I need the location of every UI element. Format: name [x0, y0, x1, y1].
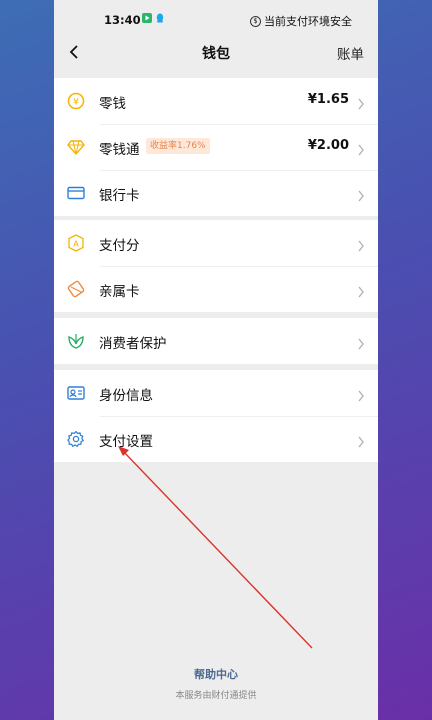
id-card-icon [67, 384, 85, 402]
svg-text:A: A [73, 240, 79, 249]
gear-icon [67, 430, 85, 448]
credit-group: A 支付分 亲属卡 [54, 220, 378, 312]
chevron-right-icon [357, 387, 365, 402]
security-status: $ 当前支付环境安全 [250, 13, 352, 29]
leaf-shield-icon [67, 332, 85, 350]
yield-rate-badge: 收益率1.76% [146, 138, 210, 154]
chevron-right-icon [357, 433, 365, 448]
menu-item-label: 零钱通 [99, 142, 140, 158]
chevron-right-icon [357, 335, 365, 350]
coin-icon: ¥ [67, 92, 85, 110]
help-center-link[interactable]: 帮助中心 [54, 666, 378, 682]
menu-item-lingqiantong[interactable]: 零钱通 收益率1.76% ¥2.00 [54, 124, 378, 170]
menu-item-pay-score[interactable]: A 支付分 [54, 220, 378, 266]
diamond-icon [67, 138, 85, 156]
menu-item-consumer-protection[interactable]: 消费者保护 [54, 318, 378, 364]
menu-item-label: 支付设置 [99, 434, 153, 450]
service-provider-note: 本服务由财付通提供 [175, 691, 257, 701]
status-bar: 13:40 $ 当前支付环境安全 [54, 0, 378, 38]
qq-app-icon [155, 13, 165, 23]
menu-item-label: 消费者保护 [99, 336, 167, 352]
menu-item-label: 零钱 [99, 96, 126, 112]
chevron-right-icon [357, 283, 365, 298]
chevron-right-icon [357, 187, 365, 202]
menu-item-identity[interactable]: 身份信息 [54, 370, 378, 416]
chevron-right-icon [357, 95, 365, 110]
wallet-balance-group: ¥ 零钱 ¥1.65 零钱通 收益率1.76% ¥2.00 银行卡 [54, 78, 378, 216]
balance-value: ¥1.65 [307, 92, 349, 107]
security-text: 当前支付环境安全 [264, 15, 352, 28]
shield-icon: $ [250, 15, 261, 27]
page-title: 钱包 [202, 46, 230, 62]
video-app-icon [142, 13, 152, 23]
phone-screen: 13:40 $ 当前支付环境安全 钱包 账单 ¥ 零钱 ¥1.65 零钱通 收益… [54, 0, 378, 720]
menu-item-change[interactable]: ¥ 零钱 ¥1.65 [54, 78, 378, 124]
chevron-right-icon [357, 237, 365, 252]
notification-icons [142, 13, 165, 23]
protection-group: 消费者保护 [54, 318, 378, 364]
menu-item-label: 身份信息 [99, 388, 153, 404]
menu-item-pay-settings[interactable]: 支付设置 [54, 416, 378, 462]
menu-item-label: 亲属卡 [99, 284, 140, 300]
bills-button[interactable]: 账单 [337, 43, 364, 63]
menu-item-label: 支付分 [99, 238, 140, 254]
svg-text:¥: ¥ [73, 98, 79, 108]
bank-card-icon [67, 184, 85, 202]
chevron-right-icon [357, 141, 365, 156]
pay-score-icon: A [67, 234, 85, 252]
menu-item-label: 银行卡 [99, 188, 140, 204]
status-time: 13:40 [104, 13, 141, 27]
family-card-icon [67, 280, 85, 298]
navigation-bar: 钱包 账单 [54, 38, 378, 68]
menu-item-family-card[interactable]: 亲属卡 [54, 266, 378, 312]
balance-value: ¥2.00 [307, 138, 349, 153]
settings-group: 身份信息 支付设置 [54, 370, 378, 462]
menu-item-bank-card[interactable]: 银行卡 [54, 170, 378, 216]
